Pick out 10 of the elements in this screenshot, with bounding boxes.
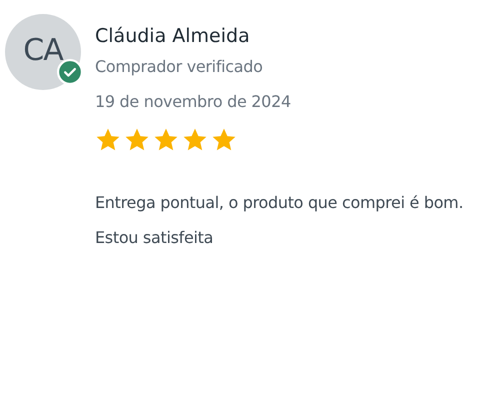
star-icon <box>124 127 150 153</box>
star-icon <box>95 127 121 153</box>
avatar-initials: CA <box>5 14 81 90</box>
star-icon <box>153 127 179 153</box>
buyer-status: Comprador verificado <box>95 56 264 78</box>
review-text: Entrega pontual, o produto que comprei é bom. Estou satisfeita <box>95 192 464 249</box>
reviewer-name: Cláudia Almeida <box>95 24 251 49</box>
review-date: 19 de novembro de 2024 <box>95 91 292 113</box>
star-icon <box>182 127 208 153</box>
star-icon <box>211 127 237 153</box>
